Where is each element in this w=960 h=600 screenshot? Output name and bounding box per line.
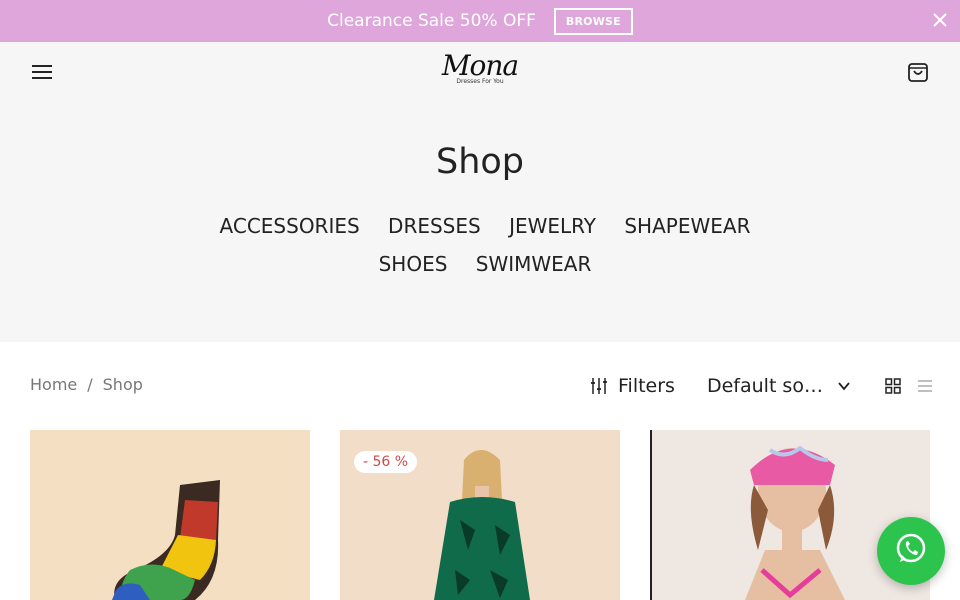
cart-icon[interactable] xyxy=(906,60,930,84)
breadcrumb-home[interactable]: Home xyxy=(30,375,77,394)
product-grid: - 56 % xyxy=(30,430,930,600)
breadcrumb-current: Shop xyxy=(102,375,143,394)
logo[interactable]: Mona Dresses For You xyxy=(430,52,530,92)
sort-label: Default sorting xyxy=(706,375,827,397)
product-image-socks xyxy=(30,430,310,600)
product-card-socks[interactable] xyxy=(30,430,310,600)
browse-button[interactable]: BROWSE xyxy=(553,7,633,35)
product-card-dress[interactable]: - 56 % xyxy=(340,430,620,600)
promo-bar: Clearance Sale 50% OFF BROWSE xyxy=(0,0,960,42)
category-dresses[interactable]: DRESSES xyxy=(388,207,481,245)
sort-select[interactable]: Default sorting xyxy=(685,375,861,397)
category-accessories[interactable]: ACCESSORIES xyxy=(220,207,360,245)
category-jewelry[interactable]: JEWELRY xyxy=(509,207,596,245)
view-switcher xyxy=(883,376,947,396)
shop-header: Mona Dresses For You Shop ACCESSORIES DR… xyxy=(0,42,960,342)
breadcrumb-separator: / xyxy=(87,375,93,394)
logo-name: Mona xyxy=(441,49,519,82)
filters-button[interactable]: Filters xyxy=(590,375,685,397)
category-swimwear[interactable]: SWIMWEAR xyxy=(476,245,592,283)
chevron-down-icon xyxy=(837,379,851,393)
list-view-icon[interactable] xyxy=(915,376,935,396)
hamburger-menu-icon[interactable] xyxy=(30,62,54,82)
filters-icon xyxy=(590,376,610,396)
shop-toolbar: Filters Default sorting xyxy=(590,368,935,404)
category-nav: ACCESSORIES DRESSES JEWELRY SHAPEWEAR SH… xyxy=(160,207,810,283)
promo-text: Clearance Sale 50% OFF xyxy=(327,11,536,31)
grid-view-icon[interactable] xyxy=(883,376,903,396)
category-shapewear[interactable]: SHAPEWEAR xyxy=(624,207,750,245)
whatsapp-icon xyxy=(893,531,929,571)
whatsapp-button[interactable] xyxy=(877,517,945,585)
filters-label: Filters xyxy=(618,375,675,397)
close-icon[interactable] xyxy=(930,10,950,30)
sale-badge: - 56 % xyxy=(354,451,418,473)
page-title: Shop xyxy=(435,142,525,182)
breadcrumb: Home / Shop xyxy=(30,375,143,394)
category-shoes[interactable]: SHOES xyxy=(379,245,448,283)
